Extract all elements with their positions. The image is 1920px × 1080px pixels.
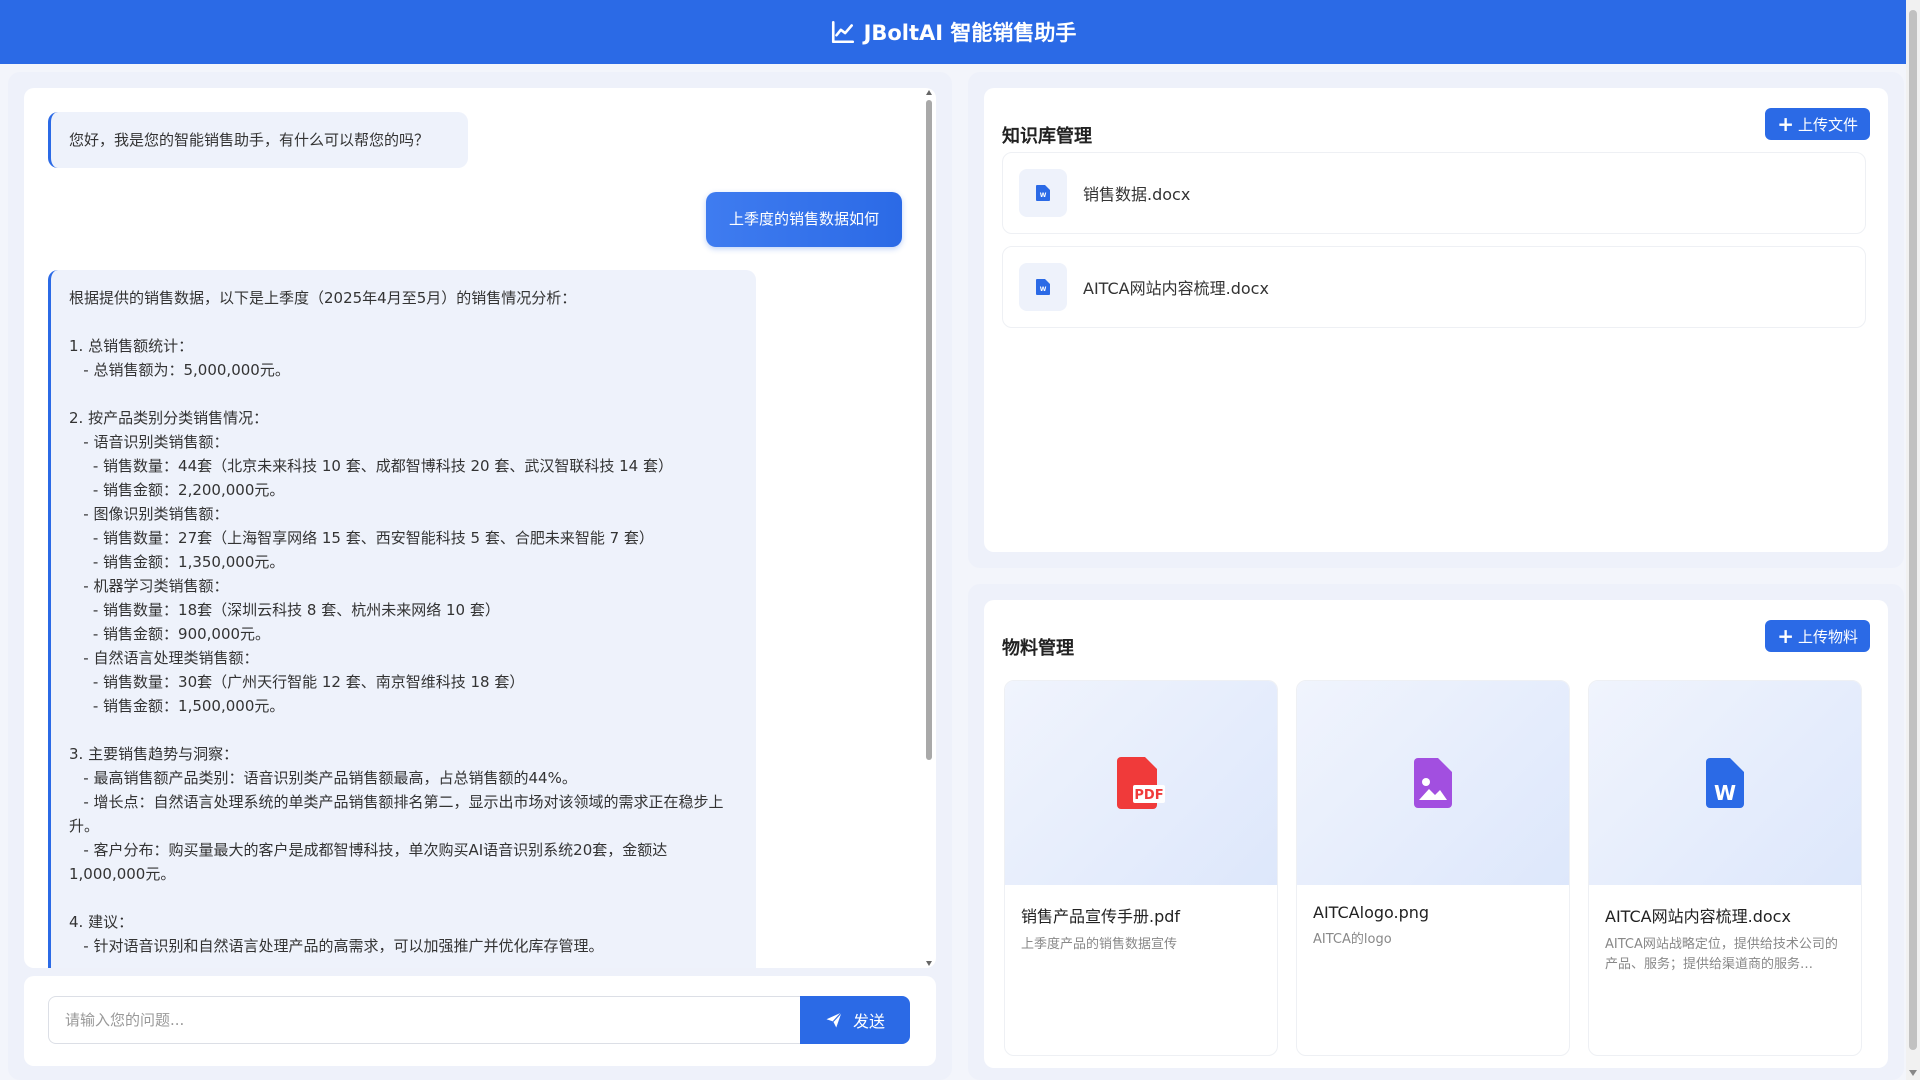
message-line: 根据提供的销售数据，以下是上季度（2025年4月至5月）的销售情况分析：	[69, 289, 577, 307]
material-name: AITCAlogo.png	[1313, 903, 1430, 922]
message-line: - 销售数量：27套（上海智享网络 15 套、西安智能科技 5 套、合肥未来智能…	[69, 529, 654, 547]
message-line	[69, 310, 738, 334]
pdf-icon: PDF	[1117, 757, 1165, 809]
message-line: - 销售数量：18套（深圳云科技 8 套、杭州未来网络 10 套）	[69, 601, 500, 619]
chat-messages[interactable]: 您好，我是您的智能销售助手，有什么可以帮您的吗？ 上季度的销售数据如何 根据提供…	[24, 88, 936, 968]
message-line: - 销售金额：1,350,000元。	[69, 553, 285, 571]
message-line: - 销售金额：2,200,000元。	[69, 481, 285, 499]
user-message: 上季度的销售数据如何	[706, 192, 902, 247]
message-line: - 最高销售额产品类别：语音识别类产品销售额最高，占总销售额的44%。	[69, 769, 577, 787]
svg-text:PDF: PDF	[1134, 788, 1163, 803]
message-line: - 针对语音识别和自然语言处理产品的高需求，可以加强推广并优化库存管理。	[69, 937, 604, 955]
material-card[interactable]: AITCAlogo.png AITCA的logo	[1296, 680, 1570, 1056]
material-preview: PDF	[1005, 681, 1277, 885]
message-line: - 语音识别类销售额：	[69, 433, 229, 451]
assistant-message: 您好，我是您的智能销售助手，有什么可以帮您的吗？	[48, 112, 468, 168]
material-name: 销售产品宣传手册.pdf	[1021, 907, 1181, 926]
upload-material-button[interactable]: + 上传物料	[1765, 620, 1870, 652]
page-scrollbar[interactable]	[1906, 0, 1920, 1080]
material-card[interactable]: PDF 销售产品宣传手册.pdf 上季度产品的销售数据宣传	[1004, 680, 1278, 1056]
message-line: - 销售金额：1,500,000元。	[69, 697, 285, 715]
file-item[interactable]: W AITCA网站内容梳理.docx	[1002, 246, 1866, 328]
file-name: AITCA网站内容梳理.docx	[1083, 279, 1269, 298]
send-label: 发送	[852, 1012, 885, 1031]
section-title: 知识库管理	[1002, 126, 1092, 147]
message-line: 1. 总销售额统计：	[69, 337, 194, 355]
svg-text:W: W	[1040, 192, 1047, 199]
message-line: - 销售金额：900,000元。	[69, 625, 271, 643]
message-line	[69, 382, 738, 406]
plus-icon: +	[1777, 112, 1794, 136]
chat-panel: 您好，我是您的智能销售助手，有什么可以帮您的吗？ 上季度的销售数据如何 根据提供…	[8, 72, 952, 1080]
message-line: - 自然语言处理类销售额：	[69, 649, 259, 667]
svg-text:W: W	[1040, 286, 1047, 293]
scroll-up-icon[interactable]	[926, 90, 932, 95]
scroll-down-icon[interactable]	[926, 961, 932, 966]
message-line: - 总销售额为：5,000,000元。	[69, 361, 290, 379]
line-chart-icon	[831, 20, 854, 44]
upload-file-button[interactable]: + 上传文件	[1765, 108, 1870, 140]
file-item[interactable]: W 销售数据.docx	[1002, 152, 1866, 234]
app-header: JBoltAI 智能销售助手	[0, 0, 1906, 64]
word-icon: W	[1019, 169, 1067, 217]
material-desc: 上季度产品的销售数据宣传	[1021, 937, 1178, 952]
material-name: AITCA网站内容梳理.docx	[1605, 907, 1791, 926]
page-scrollbar-thumb[interactable]	[1909, 10, 1917, 1050]
message-line: 3. 主要销售趋势与洞察：	[69, 745, 239, 763]
knowledge-card: 知识库管理 + 上传文件 W 销售数据.docx W AITCA网站内容梳理.d…	[984, 88, 1888, 552]
section-title: 物料管理	[1002, 638, 1074, 659]
message-line: - 机器学习类销售额：	[69, 577, 229, 595]
word-icon: W	[1706, 758, 1744, 808]
word-icon: W	[1019, 263, 1067, 311]
material-desc: AITCA网站战略定位，提供给技术公司的产品、服务；提供给渠道商的服务…	[1605, 937, 1838, 972]
message-line: - 客户分布：购买量最大的客户是成都智博科技，单次购买AI语音识别系统20套，金…	[69, 841, 668, 883]
plus-icon: +	[1777, 624, 1794, 648]
chat-input[interactable]: 请输入您的问题...	[48, 996, 800, 1044]
upload-label: 上传物料	[1797, 627, 1858, 646]
message-line: 4. 建议：	[69, 913, 134, 931]
file-name: 销售数据.docx	[1083, 185, 1191, 204]
send-button[interactable]: 发送	[800, 996, 910, 1044]
scroll-down-icon[interactable]	[1909, 1070, 1917, 1076]
message-line: - 增长点：自然语言处理系统的单类产品销售额排名第二，显示出市场对该领域的需求正…	[69, 793, 724, 835]
message-line	[69, 718, 738, 742]
message-line: - 销售数量：30套（广州天行智能 12 套、南京智维科技 18 套）	[69, 673, 525, 691]
svg-text:W: W	[1714, 781, 1736, 805]
material-preview	[1297, 681, 1569, 885]
material-desc: AITCA的logo	[1313, 932, 1392, 947]
upload-label: 上传文件	[1797, 115, 1858, 134]
materials-panel: 物料管理 + 上传物料 PDF 销售产品宣传手册.pdf 上季度产品的销售数据宣…	[968, 584, 1904, 1080]
message-text: 上季度的销售数据如何	[728, 210, 879, 228]
app-title: JBoltAI 智能销售助手	[863, 21, 1077, 45]
material-preview: W	[1589, 681, 1861, 885]
image-icon	[1414, 758, 1452, 808]
chat-scrollbar[interactable]	[924, 88, 934, 968]
knowledge-panel: 知识库管理 + 上传文件 W 销售数据.docx W AITCA网站内容梳理.d…	[968, 72, 1904, 568]
material-card[interactable]: W AITCA网站内容梳理.docx AITCA网站战略定位，提供给技术公司的产…	[1588, 680, 1862, 1056]
send-icon	[826, 1012, 842, 1028]
chat-scrollbar-thumb[interactable]	[926, 100, 932, 760]
message-line: - 图像识别类销售额：	[69, 505, 229, 523]
materials-card: 物料管理 + 上传物料 PDF 销售产品宣传手册.pdf 上季度产品的销售数据宣…	[984, 600, 1888, 1068]
chat-input-bar: 请输入您的问题... 发送	[24, 976, 936, 1066]
message-line: - 销售数量：44套（北京未来科技 10 套、成都智博科技 20 套、武汉智联科…	[69, 457, 673, 475]
assistant-message: 根据提供的销售数据，以下是上季度（2025年4月至5月）的销售情况分析： 1. …	[48, 270, 756, 968]
message-line	[69, 886, 738, 910]
message-text: 您好，我是您的智能销售助手，有什么可以帮您的吗？	[69, 131, 430, 149]
message-line: 2. 按产品类别分类销售情况：	[69, 409, 269, 427]
